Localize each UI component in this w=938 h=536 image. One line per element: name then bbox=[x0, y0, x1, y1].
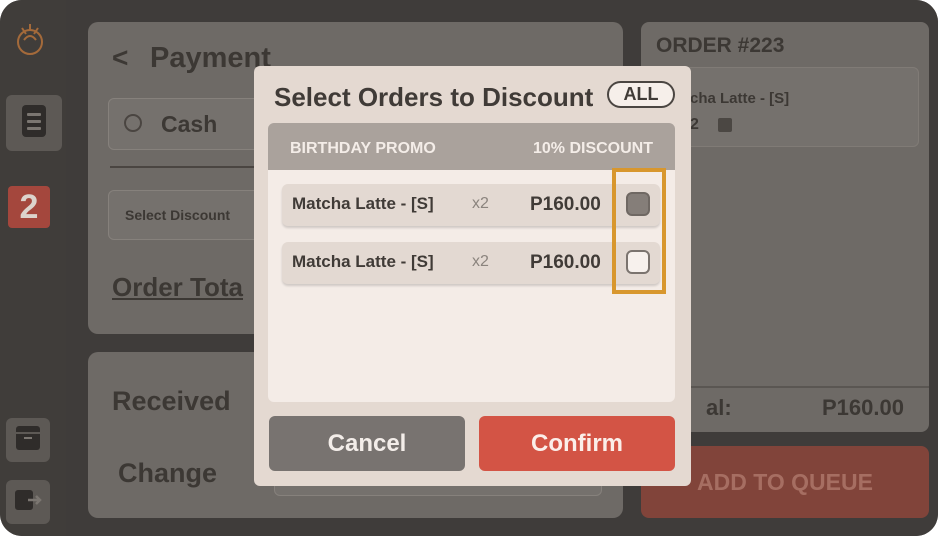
radio-icon bbox=[124, 114, 142, 132]
archive-icon bbox=[15, 425, 41, 456]
tablet-frame: 2 < Payment Cash Select Discount Order T… bbox=[0, 0, 938, 536]
item-price: P160.00 bbox=[530, 252, 601, 273]
archive-button[interactable] bbox=[6, 418, 50, 462]
cash-label: Cash bbox=[161, 111, 218, 137]
cancel-button[interactable]: Cancel bbox=[269, 416, 465, 471]
menu-nav-button[interactable] bbox=[6, 95, 62, 151]
discount-select[interactable]: Select Discount bbox=[108, 190, 270, 240]
discount-select-label: Select Discount bbox=[125, 207, 231, 223]
item-name: Matcha Latte - [S] bbox=[292, 252, 434, 271]
chevron-left-icon: < bbox=[112, 42, 129, 73]
modal-title: Select Orders to Discount bbox=[274, 82, 594, 112]
minus-icon[interactable] bbox=[718, 118, 732, 132]
back-button[interactable]: < bbox=[112, 42, 128, 74]
received-label: Received bbox=[112, 386, 231, 416]
sidebar: 2 bbox=[0, 0, 66, 536]
order-total-label: al: bbox=[706, 395, 732, 420]
order-list-item[interactable]: cha Latte - [S] 2 bbox=[653, 67, 919, 147]
order-item-name: cha Latte - [S] bbox=[690, 90, 790, 107]
payment-title: Payment bbox=[150, 42, 271, 74]
promo-name: BIRTHDAY PROMO bbox=[290, 140, 436, 157]
item-qty: x2 bbox=[472, 253, 489, 270]
document-icon bbox=[21, 104, 47, 143]
item-price: P160.00 bbox=[530, 194, 601, 215]
confirm-button[interactable]: Confirm bbox=[479, 416, 675, 471]
order-item-qty: 2 bbox=[690, 116, 699, 133]
divider bbox=[110, 166, 260, 168]
screen: 2 < Payment Cash Select Discount Order T… bbox=[0, 0, 938, 536]
order-total-value: P160.00 bbox=[822, 395, 904, 420]
logout-button[interactable] bbox=[6, 480, 50, 524]
item-qty: x2 bbox=[472, 195, 489, 212]
coffee-logo-icon bbox=[10, 18, 50, 62]
list-item[interactable]: Matcha Latte - [S] x2 P160.00 bbox=[282, 242, 660, 284]
list-item[interactable]: Matcha Latte - [S] x2 P160.00 bbox=[282, 184, 660, 226]
cash-method-option[interactable]: Cash bbox=[108, 98, 270, 150]
select-all-button[interactable]: ALL bbox=[607, 81, 675, 108]
item-name: Matcha Latte - [S] bbox=[292, 194, 434, 213]
order-total-label: Order Tota bbox=[112, 272, 243, 302]
promo-header: BIRTHDAY PROMO 10% DISCOUNT bbox=[268, 123, 675, 173]
order-title: ORDER #223 bbox=[656, 34, 785, 57]
promo-discount: 10% DISCOUNT bbox=[532, 140, 653, 157]
logout-icon bbox=[14, 487, 42, 518]
checkbox-highlight-box bbox=[612, 168, 666, 294]
order-count-badge[interactable]: 2 bbox=[8, 186, 50, 228]
change-label: Change bbox=[118, 458, 218, 488]
